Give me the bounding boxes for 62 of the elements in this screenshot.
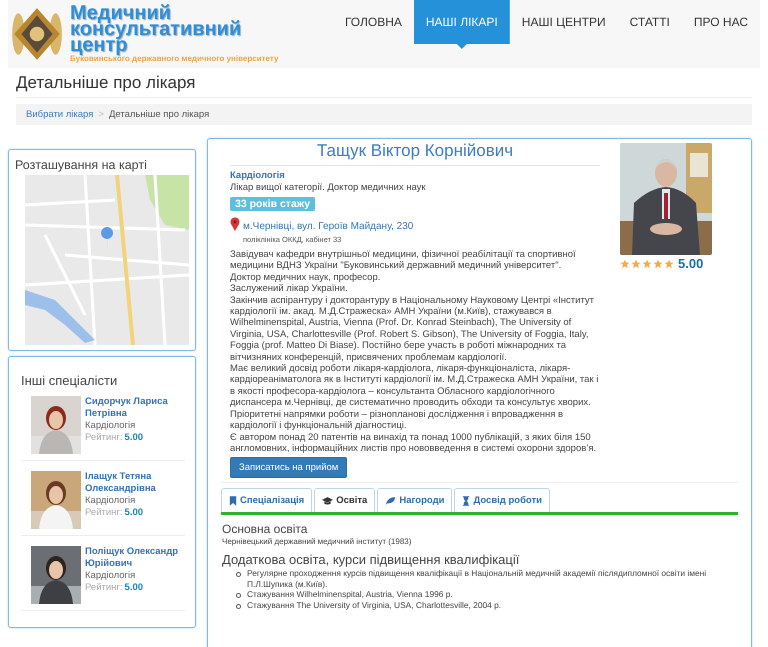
doctor-name-link[interactable]: Сидорчук Лариса Петрівна (85, 396, 185, 420)
section-heading: Основна освіта (222, 522, 308, 536)
nav-link[interactable]: НАШІ ЛІКАРІ (414, 0, 510, 49)
rating-label: Рейтинг: (85, 432, 123, 443)
bio-paragraph: Має великий досвід роботи лікаря-кардіолога, лікаря-функціоналіста, лікаря-кардіореаніматолога як в Інституті кардіології ім. М.Д.Стражеска АМН України, так і в якості професора-кардіолога – консультанта Обласного кардіологічного диспансера м.Чернівці, де систематично проводить обходи та консультує хворих. (230, 363, 600, 409)
doctor-name: Тащук Віктор Корнійович (230, 141, 600, 166)
star-icon (620, 258, 630, 268)
doctor-degree: Лікар вищої категорії. Доктор медичних наук (230, 182, 427, 193)
list-item: Стажування The University of Virginia, USA, Charlottesville, 2004 р. (247, 600, 502, 610)
star-icon (642, 258, 652, 268)
graduation-cap-icon (322, 496, 334, 506)
tab[interactable]: Досвід роботи (454, 488, 550, 512)
site-subtitle: Буковинського державного медичного університету (70, 54, 278, 63)
section-heading: Додаткова освіта, курси підвищення квалифікації (222, 552, 520, 568)
hourglass-icon (462, 496, 470, 506)
breadcrumb-separator: > (98, 109, 104, 120)
rating-value: 5.00 (678, 256, 704, 271)
doctor-specialty: Кардіологія (85, 570, 136, 582)
education-text: Чернівецький державний медичний інститут (1983) (222, 537, 412, 546)
bio-paragraph: Завідувач кафедри внутрішньої медицини, фізичної реабілітації та спортивної медицини ВДНЗ України "Буковинський державний медичний університет". (230, 249, 577, 272)
nav-link[interactable]: НАШІ ЦЕНТРИ (510, 0, 618, 49)
bullet-icon (236, 572, 241, 578)
book-appointment-button[interactable]: Записатись на прийом (230, 457, 348, 478)
address-link[interactable]: м.Чернівці, вул. Героїв Майдану, 230 (243, 221, 414, 232)
bullet-icon (236, 604, 241, 609)
bullet-icon (236, 593, 241, 598)
star-icon (631, 258, 641, 268)
card-title: Розташування на карті (15, 158, 148, 172)
doctor-specialty: Кардіологія (85, 420, 136, 432)
bio-paragraph: Є автором понад 20 патентів на винахід та понад 1000 публікацій, з яких біля 150 англомовних, інформаційних листів про нововведення в системі охорони здоров’я. (230, 432, 598, 454)
list-item: Регулярне проходження курсів підвищення кваліфікації в Національній медичній академії післядипломної освіти імені П.Л.Шупика (м.Київ). (247, 568, 708, 590)
leaf-icon (385, 496, 396, 506)
specialty-link[interactable]: Кардіологія (230, 170, 600, 181)
bio-paragraph: Пріоритетні напрямки роботи – різнопланові дослідження і впровадження в кардіології і функціональній діагностиці. (230, 408, 564, 432)
rating-value: 5.00 (124, 582, 144, 593)
doctor-specialty: Кардіологія (85, 495, 136, 507)
list-item: Стажування Wilhelminenspital, Austria, Vienna 1996 р. (247, 589, 453, 600)
tab[interactable]: Освіта (314, 488, 376, 512)
tab[interactable]: Спеціалізація (221, 488, 312, 512)
rating-value: 5.00 (124, 507, 144, 518)
nav-link[interactable]: СТАТТІ (618, 0, 682, 49)
card-title: Інші спеціалісти (21, 373, 118, 388)
doctor-name-link[interactable]: Поліщук Олександр Юрійович (85, 546, 185, 570)
nav-link[interactable]: ПРО НАС (682, 0, 760, 49)
rating-value: 5.00 (124, 432, 144, 443)
breadcrumb-link[interactable]: Вибрати лікаря (26, 109, 94, 120)
bookmark-icon (229, 496, 237, 506)
doctor-name-link[interactable]: Ілащук Тетяна Олександрівна (85, 471, 185, 495)
bio-paragraph: Доктор медичних наук, професор. (230, 272, 382, 284)
experience-badge: 33 років стажу (230, 197, 316, 211)
rating-label: Рейтинг: (85, 582, 123, 593)
rating-label: Рейтинг: (85, 507, 123, 518)
breadcrumb-current: Детальніше про лікаря (108, 109, 210, 120)
nav-link[interactable]: ГОЛОВНА (332, 0, 414, 49)
bio-paragraph: Закінчив аспірантуру і докторантуру в Національному Науковому Центрі «Інститут кардіології ім. акад. М.Д.Стражеска» АМН України (м.Київ), стажувався в Wilhelminenspital, Austria, Vienna (Prof. Dr. Konrad Steinbach), The University of Virginia, USA, Charlottesville (Prof. Robert S. Gibson), The University of Foggia, Italy, Foggia (prof. Matteo Di Biase). Постійно бере участь в роботі міжнародних та вітчизняних конференцій, присвячених проблемам кардіології. (230, 294, 596, 364)
map-pin-icon (230, 217, 240, 231)
bio-paragraph: Заслужений лікар України. (230, 283, 349, 295)
star-icon (653, 258, 663, 268)
site-title: Медичний консультативний центр (70, 5, 242, 53)
page-title: Детальніше про лікаря (16, 73, 196, 93)
star-icon (664, 258, 674, 268)
tab[interactable]: Нагороди (377, 488, 452, 512)
